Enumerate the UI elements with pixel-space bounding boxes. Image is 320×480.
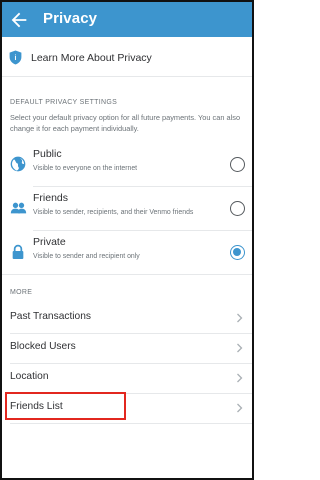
people-icon [10, 202, 27, 214]
default-privacy-description: Select your default privacy option for a… [10, 113, 241, 133]
privacy-option-private[interactable]: Private Visible to sender and recipient … [2, 230, 252, 274]
option-title: Friends [33, 192, 69, 204]
page-title: Privacy [43, 10, 98, 27]
chevron-right-icon [237, 403, 243, 413]
menu-item-label: Past Transactions [10, 311, 91, 322]
shield-icon: i [9, 50, 22, 65]
privacy-option-friends[interactable]: Friends Visible to sender, recipients, a… [2, 186, 252, 230]
radio-public[interactable] [230, 157, 245, 172]
privacy-option-public[interactable]: Public Visible to everyone on the intern… [2, 142, 252, 186]
option-subtitle: Visible to sender, recipients, and their… [33, 209, 194, 216]
arrow-left-icon[interactable] [8, 9, 30, 31]
option-title: Public [33, 148, 62, 160]
menu-item-label: Blocked Users [10, 341, 76, 352]
phone-frame: Privacy i Learn More About Privacy DEFAU… [0, 0, 254, 480]
radio-selected-dot [233, 248, 242, 257]
chevron-right-icon [237, 343, 243, 353]
option-title: Private [33, 236, 66, 248]
divider [2, 274, 252, 275]
globe-icon [10, 156, 26, 172]
learn-more-privacy-link[interactable]: i Learn More About Privacy [2, 42, 252, 76]
radio-friends[interactable] [230, 201, 245, 216]
learn-more-label: Learn More About Privacy [31, 52, 152, 64]
app-bar: Privacy [2, 2, 252, 37]
menu-item-past-transactions[interactable]: Past Transactions [2, 303, 252, 333]
menu-item-label: Location [10, 371, 49, 382]
lock-icon [12, 244, 24, 259]
section-heading-default-privacy: DEFAULT PRIVACY SETTINGS [10, 99, 118, 106]
option-subtitle: Visible to sender and recipient only [33, 253, 140, 260]
highlight-box [5, 392, 126, 420]
chevron-right-icon [237, 313, 243, 323]
svg-text:i: i [15, 55, 17, 62]
divider [2, 76, 252, 77]
radio-private[interactable] [230, 245, 245, 260]
menu-item-location[interactable]: Location [2, 363, 252, 393]
menu-item-blocked-users[interactable]: Blocked Users [2, 333, 252, 363]
chevron-right-icon [237, 373, 243, 383]
option-subtitle: Visible to everyone on the internet [33, 165, 138, 172]
section-heading-more: MORE [10, 289, 33, 296]
divider [10, 423, 252, 424]
